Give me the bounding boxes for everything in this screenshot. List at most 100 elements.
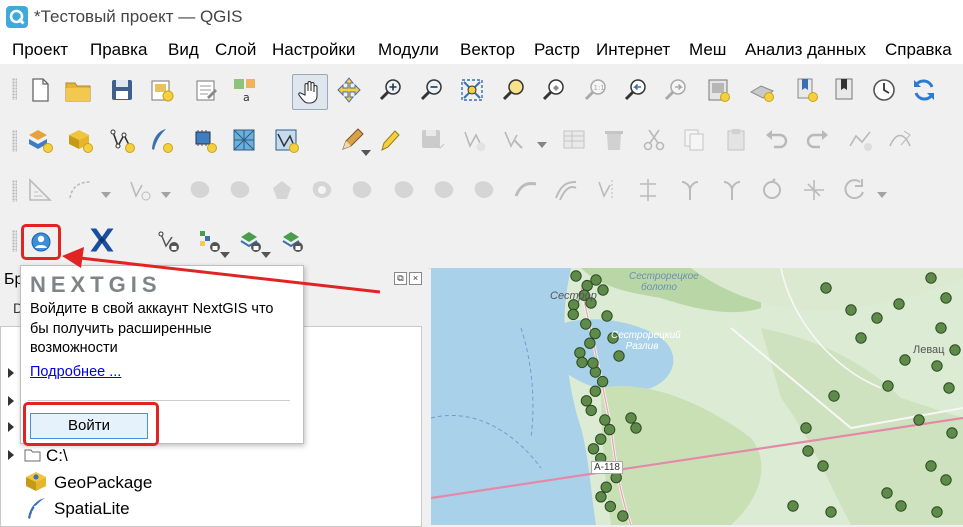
merge-features-icon[interactable] [676, 176, 704, 204]
learn-more-link[interactable]: Подробнее ... [30, 364, 121, 380]
map-point-marker[interactable] [935, 322, 947, 334]
shape-digitize-icon[interactable] [66, 176, 94, 204]
map-point-marker[interactable] [576, 356, 588, 369]
new-mesh-layer-icon[interactable] [272, 126, 300, 154]
nextgis-webmap-dropdown-icon[interactable] [261, 252, 271, 258]
new-temporary-scratch-layer-icon[interactable] [190, 126, 218, 154]
zoom-native-resolution-icon[interactable]: 1:1 [582, 76, 610, 104]
reverse-line-icon[interactable] [840, 176, 868, 204]
map-point-marker[interactable] [587, 443, 600, 455]
panel-close-icon[interactable]: × [409, 272, 422, 285]
pan-map-icon[interactable] [292, 74, 328, 110]
simplify-feature-icon[interactable] [268, 176, 296, 204]
reshape-features-icon[interactable] [186, 176, 214, 204]
layout-manager-icon[interactable] [192, 76, 220, 104]
map-point-marker[interactable] [574, 347, 586, 359]
undo-icon[interactable] [762, 126, 790, 154]
map-point-marker[interactable] [940, 474, 952, 486]
tree-expand-arrow[interactable] [8, 396, 14, 406]
show-bookmarks-icon[interactable] [830, 76, 858, 104]
add-ring-icon[interactable] [308, 176, 336, 204]
shape-digitize-dropdown-icon[interactable] [101, 192, 111, 198]
tree-item-spatialite[interactable]: SpatiaLite [54, 499, 130, 519]
tree-item-geopackage[interactable]: GeoPackage [54, 473, 152, 493]
menu-project[interactable]: Проект [12, 40, 68, 60]
map-point-marker[interactable] [567, 308, 579, 321]
menu-layer[interactable]: Слой [215, 40, 256, 60]
pan-to-selection-icon[interactable] [335, 76, 363, 104]
new-map-view-icon[interactable] [704, 76, 732, 104]
map-point-marker[interactable] [595, 433, 607, 445]
map-point-marker[interactable] [946, 427, 958, 439]
toolbar-grip[interactable] [12, 78, 17, 100]
new-virtual-layer-icon[interactable] [230, 126, 258, 154]
map-point-marker[interactable] [882, 380, 894, 392]
style-manager-icon[interactable]: a [230, 76, 258, 104]
menu-raster[interactable]: Растр [534, 40, 580, 60]
merge-attributes-icon[interactable] [718, 176, 746, 204]
vertex-tool-icon[interactable] [500, 126, 528, 154]
map-point-marker[interactable] [630, 422, 642, 434]
toggle-editing-icon[interactable] [376, 126, 404, 154]
delete-selected-icon[interactable] [600, 126, 628, 154]
digitize-curve-icon[interactable] [886, 126, 914, 154]
split-features-icon[interactable] [594, 176, 622, 204]
rotate-point-symbols-icon[interactable] [758, 176, 786, 204]
map-point-marker[interactable] [580, 318, 592, 330]
new-3d-map-view-icon[interactable] [748, 76, 776, 104]
map-point-marker[interactable] [913, 414, 925, 426]
map-point-marker[interactable] [820, 282, 832, 294]
map-canvas[interactable]: Сестрор Сестрорецкое болото Сестрорецкий… [431, 268, 963, 525]
map-point-marker[interactable] [600, 481, 612, 493]
map-point-marker[interactable] [925, 460, 937, 472]
map-point-marker[interactable] [800, 422, 812, 434]
map-point-marker[interactable] [943, 382, 955, 394]
map-point-marker[interactable] [828, 390, 840, 402]
map-point-marker[interactable] [584, 337, 596, 349]
zoom-to-selection-icon[interactable] [500, 76, 528, 104]
map-point-marker[interactable] [949, 344, 961, 356]
map-point-marker[interactable] [570, 270, 582, 282]
offset-point-symbols-icon[interactable] [800, 176, 828, 204]
menu-help[interactable]: Справка [885, 40, 952, 60]
zoom-out-icon[interactable] [418, 76, 446, 104]
save-layer-edits-icon[interactable] [418, 126, 446, 154]
delete-ring-icon[interactable] [430, 176, 458, 204]
new-geopackage-layer-icon[interactable] [66, 126, 94, 154]
menu-plugins[interactable]: Модули [378, 40, 439, 60]
map-point-marker[interactable] [855, 332, 867, 344]
new-spatial-bookmark-icon[interactable] [792, 76, 820, 104]
map-point-marker[interactable] [585, 404, 597, 417]
map-point-marker[interactable] [599, 414, 611, 426]
map-point-marker[interactable] [587, 357, 599, 369]
map-point-marker[interactable] [845, 304, 857, 316]
modify-attributes-icon[interactable] [560, 126, 588, 154]
split-parts-icon[interactable] [634, 176, 662, 204]
nextgis-locked-layer-icon[interactable] [156, 228, 184, 256]
tree-expand-arrow[interactable] [8, 368, 14, 378]
map-point-marker[interactable] [603, 423, 616, 436]
toolbar-grip[interactable] [12, 130, 17, 152]
menu-mesh[interactable]: Меш [689, 40, 726, 60]
map-point-marker[interactable] [590, 274, 602, 286]
rotate-feature-icon[interactable] [126, 176, 154, 204]
menu-settings[interactable]: Настройки [272, 40, 355, 60]
add-record-icon[interactable] [460, 126, 488, 154]
menu-web[interactable]: Интернет [596, 40, 670, 60]
nextgis-raster-dropdown-icon[interactable] [220, 252, 230, 258]
data-source-manager-icon[interactable] [26, 126, 54, 154]
map-point-marker[interactable] [895, 500, 907, 512]
reverse-line-dropdown-icon[interactable] [877, 192, 887, 198]
toolbar-grip[interactable] [12, 230, 17, 252]
map-point-marker[interactable] [596, 375, 609, 388]
vertex-tool-dropdown-icon[interactable] [537, 142, 547, 148]
map-point-marker[interactable] [899, 354, 911, 366]
digitize-with-segment-icon[interactable] [846, 126, 874, 154]
map-point-marker[interactable] [925, 272, 937, 284]
map-point-marker[interactable] [613, 350, 625, 362]
new-print-layout-icon[interactable] [148, 76, 176, 104]
new-project-icon[interactable] [26, 76, 54, 104]
map-point-marker[interactable] [931, 506, 943, 518]
map-point-marker[interactable] [871, 312, 883, 324]
advanced-digitizing-icon[interactable] [26, 176, 54, 204]
